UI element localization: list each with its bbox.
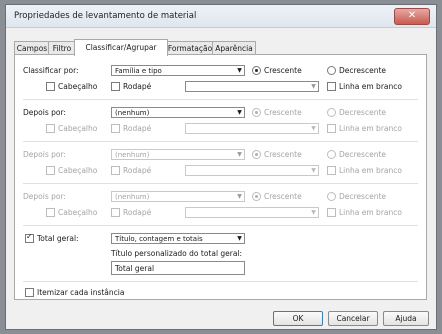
- footer-checkbox-3[interactable]: [111, 166, 120, 175]
- blank-line-checkbox-2[interactable]: [327, 124, 336, 133]
- sort-by-value: Família e tipo: [115, 67, 162, 75]
- ok-button[interactable]: OK: [273, 311, 323, 326]
- header-label-3: Cabeçalho: [58, 166, 98, 175]
- tab-filtro[interactable]: Filtro: [48, 41, 76, 55]
- tab-classificar-agrupar[interactable]: Classificar/Agrupar: [74, 39, 168, 56]
- footer-combo-1[interactable]: ▼: [185, 81, 319, 92]
- chevron-down-icon: ▼: [237, 109, 242, 116]
- checkmark-icon: ✓: [26, 232, 33, 241]
- close-button[interactable]: ✕: [394, 8, 430, 25]
- footer-checkbox-2[interactable]: [111, 124, 120, 133]
- header-checkbox-2[interactable]: [46, 124, 55, 133]
- footer-checkbox-4[interactable]: [111, 208, 120, 217]
- ascending-label-4: Crescente: [264, 192, 302, 201]
- descending-label-1: Decrescente: [339, 66, 386, 75]
- then-by-label-3: Depois por:: [23, 150, 66, 159]
- sort-by-combo[interactable]: Família e tipo ▼: [111, 65, 245, 76]
- header-checkbox-4[interactable]: [46, 208, 55, 217]
- footer-checkbox-1[interactable]: [111, 82, 120, 91]
- close-icon: ✕: [407, 10, 417, 21]
- chevron-down-icon: ▼: [237, 151, 242, 158]
- footer-combo-3[interactable]: ▼: [185, 165, 319, 176]
- descending-label-3: Decrescente: [339, 150, 386, 159]
- chevron-down-icon: ▼: [237, 235, 242, 242]
- header-label-1: Cabeçalho: [58, 82, 98, 91]
- descending-radio-1[interactable]: [327, 66, 336, 75]
- help-button[interactable]: Ajuda: [383, 311, 429, 326]
- chevron-down-icon: ▼: [311, 125, 316, 132]
- custom-title-label: Título personalizado do total geral:: [111, 249, 243, 258]
- itemize-label: Itemizar cada instância: [37, 288, 125, 297]
- divider: [23, 225, 418, 226]
- material-takeoff-properties-dialog: Propriedades de levantamento de material…: [5, 4, 437, 330]
- then-by-label-2: Depois por:: [23, 108, 66, 117]
- header-label-2: Cabeçalho: [58, 124, 98, 133]
- divider: [23, 141, 418, 142]
- blank-line-checkbox-3[interactable]: [327, 166, 336, 175]
- then-by-value-2: (nenhum): [115, 109, 150, 117]
- footer-combo-4[interactable]: ▼: [185, 207, 319, 218]
- title-bar: Propriedades de levantamento de material…: [6, 5, 436, 28]
- chevron-down-icon: ▼: [311, 83, 316, 90]
- sort-by-label: Classificar por:: [23, 66, 79, 75]
- chevron-down-icon: ▼: [237, 193, 242, 200]
- cancel-button[interactable]: Cancelar: [328, 311, 378, 326]
- then-by-combo-4[interactable]: (nenhum) ▼: [111, 191, 245, 202]
- grand-total-checkbox[interactable]: ✓: [25, 232, 34, 243]
- custom-title-value: Total geral: [115, 264, 155, 273]
- descending-label-2: Decrescente: [339, 108, 386, 117]
- descending-radio-2[interactable]: [327, 108, 336, 117]
- blank-line-label-4: Linha em branco: [339, 208, 402, 217]
- ascending-label-1: Crescente: [264, 66, 302, 75]
- then-by-label-4: Depois por:: [23, 192, 66, 201]
- descending-radio-3[interactable]: [327, 150, 336, 159]
- header-checkbox-3[interactable]: [46, 166, 55, 175]
- footer-label-3: Rodapé: [123, 166, 152, 175]
- ascending-radio-2[interactable]: [252, 108, 261, 117]
- grand-total-label: Total geral:: [37, 234, 79, 243]
- divider: [23, 281, 418, 282]
- divider: [23, 99, 418, 100]
- header-checkbox-1[interactable]: [46, 82, 55, 91]
- descending-radio-4[interactable]: [327, 192, 336, 201]
- grand-total-value: Título, contagem e totais: [115, 235, 203, 243]
- footer-label-1: Rodapé: [123, 82, 152, 91]
- then-by-combo-3[interactable]: (nenhum) ▼: [111, 149, 245, 160]
- ascending-radio-4[interactable]: [252, 192, 261, 201]
- ascending-radio-3[interactable]: [252, 150, 261, 159]
- itemize-checkbox[interactable]: [25, 288, 34, 297]
- tab-aparencia[interactable]: Aparência: [212, 41, 256, 55]
- chevron-down-icon: ▼: [311, 209, 316, 216]
- divider: [23, 183, 418, 184]
- blank-line-checkbox-4[interactable]: [327, 208, 336, 217]
- tab-formatacao[interactable]: Formatação: [166, 41, 214, 55]
- ascending-radio-1[interactable]: [252, 66, 261, 75]
- footer-label-2: Rodapé: [123, 124, 152, 133]
- sort-group-panel: Classificar por: Família e tipo ▼ Cresce…: [14, 54, 427, 300]
- then-by-value-4: (nenhum): [115, 193, 150, 201]
- blank-line-checkbox-1[interactable]: [327, 82, 336, 91]
- blank-line-label-3: Linha em branco: [339, 166, 402, 175]
- blank-line-label-2: Linha em branco: [339, 124, 402, 133]
- then-by-value-3: (nenhum): [115, 151, 150, 159]
- ascending-label-2: Crescente: [264, 108, 302, 117]
- descending-label-4: Decrescente: [339, 192, 386, 201]
- footer-label-4: Rodapé: [123, 208, 152, 217]
- custom-title-input[interactable]: Total geral: [111, 261, 245, 275]
- tab-campos[interactable]: Campos: [14, 41, 50, 55]
- blank-line-label-1: Linha em branco: [339, 82, 402, 91]
- window-title: Propriedades de levantamento de material: [14, 11, 197, 21]
- grand-total-combo[interactable]: Título, contagem e totais ▼: [111, 233, 245, 244]
- header-label-4: Cabeçalho: [58, 208, 98, 217]
- then-by-combo-2[interactable]: (nenhum) ▼: [111, 107, 245, 118]
- chevron-down-icon: ▼: [311, 167, 316, 174]
- chevron-down-icon: ▼: [237, 67, 242, 74]
- ascending-label-3: Crescente: [264, 150, 302, 159]
- footer-combo-2[interactable]: ▼: [185, 123, 319, 134]
